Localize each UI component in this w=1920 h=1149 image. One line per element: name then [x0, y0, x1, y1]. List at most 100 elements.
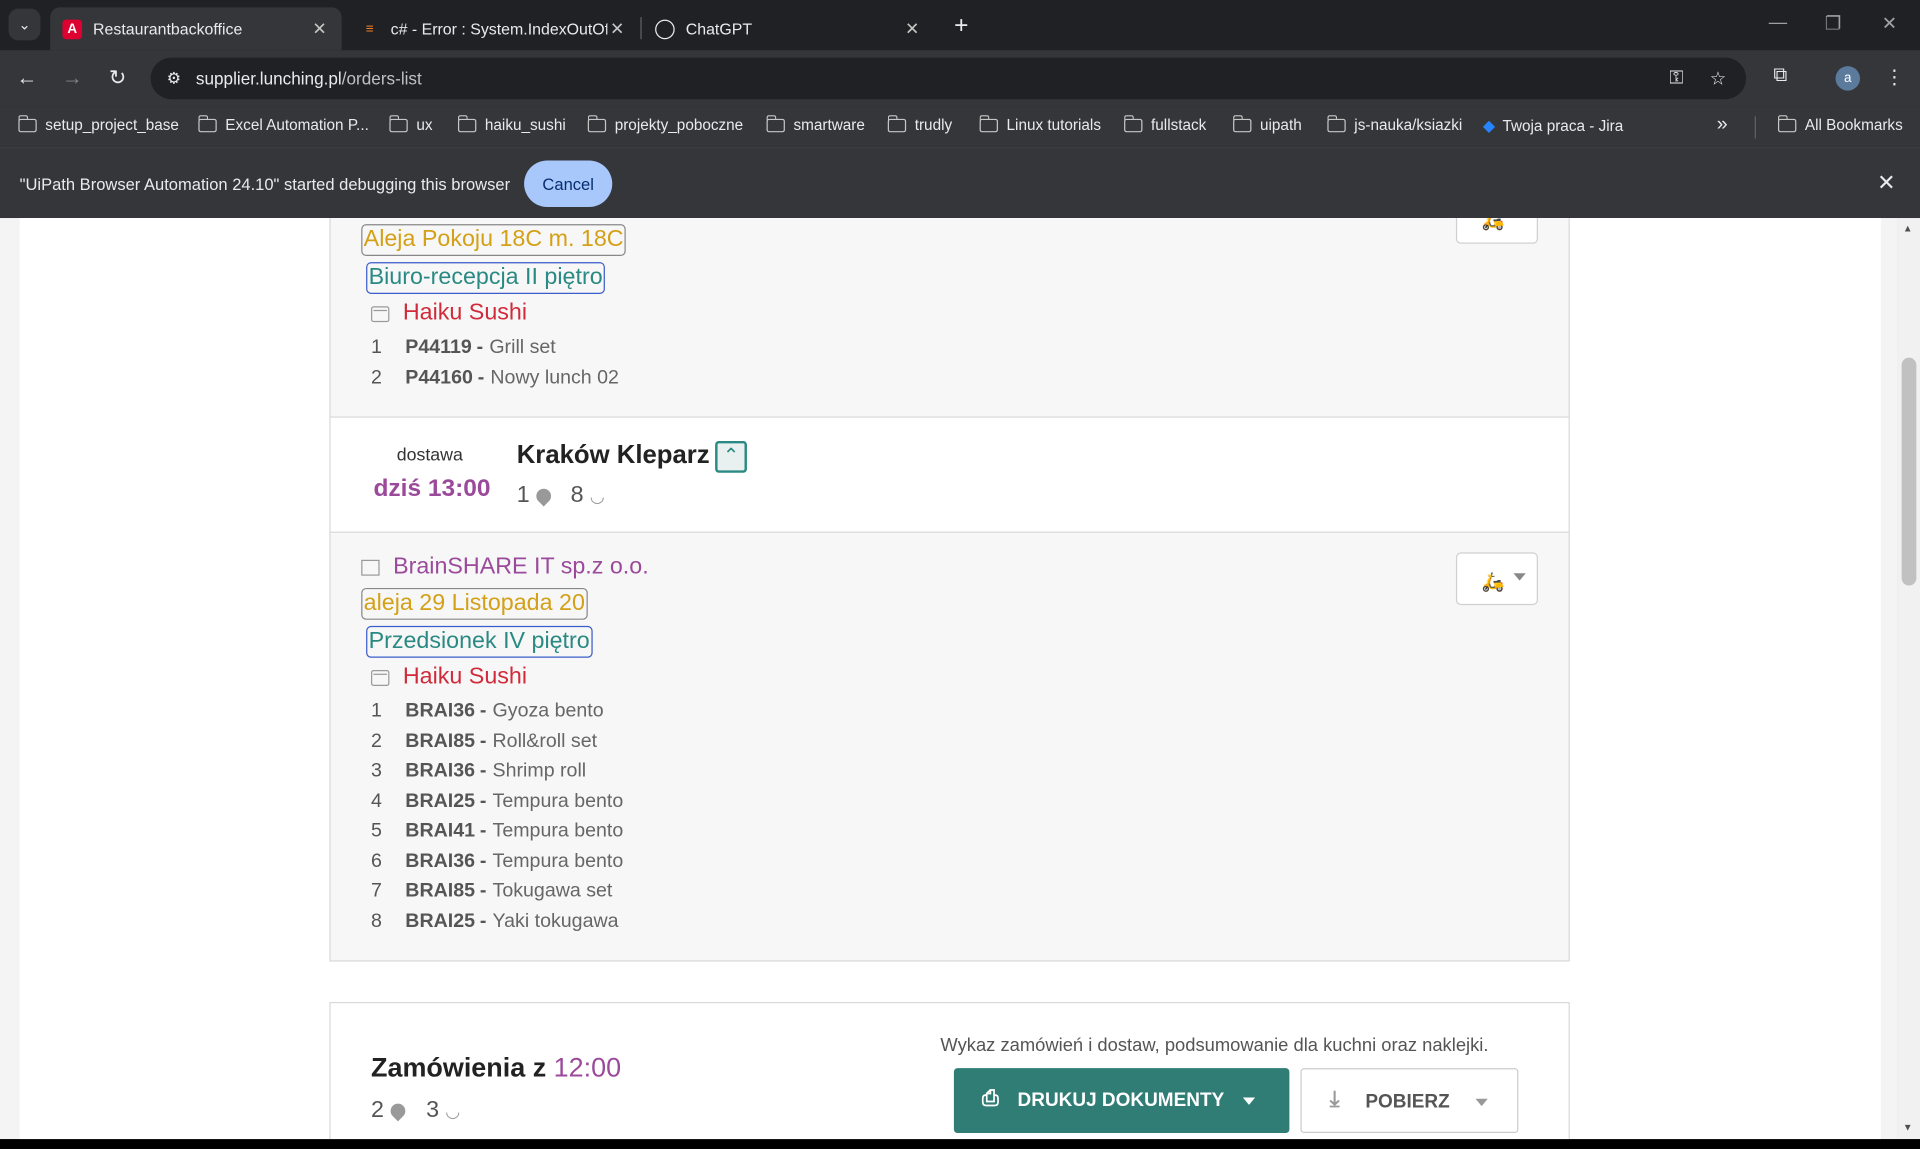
order-item: 8 BRAI25- Yaki tokugawa	[371, 911, 619, 932]
order-item: 3 BRAI36- Shrimp roll	[371, 760, 587, 782]
delivery-status-dropdown[interactable]: 🛵	[1455, 552, 1538, 606]
item-code: BRAI85	[405, 881, 475, 902]
password-key-icon[interactable]: ⚿	[1664, 67, 1688, 88]
reload-icon[interactable]: ↻	[104, 65, 131, 92]
bookmark-folder[interactable]: Excel Automation P...	[197, 114, 369, 134]
bookmark-folder[interactable]: uipath	[1232, 114, 1302, 134]
more-bookmarks-icon[interactable]: »	[1717, 114, 1728, 136]
folder-icon	[978, 114, 998, 132]
folder-icon	[765, 114, 785, 132]
item-name: Tokugawa set	[492, 881, 613, 902]
collapse-chevron-up-icon[interactable]: ⌃	[715, 440, 747, 473]
caret-down-icon	[1513, 573, 1526, 581]
tab-restaurantbackoffice[interactable]: A Restaurantbackoffice ✕	[50, 7, 342, 51]
scooter-icon: 🛵	[1481, 572, 1505, 593]
bookmark-label: setup_project_base	[45, 116, 179, 134]
folder-icon	[1123, 114, 1143, 132]
back-icon[interactable]: ←	[13, 65, 40, 92]
scroll-up-icon[interactable]: ▲	[1903, 223, 1913, 234]
item-number: 5	[371, 820, 382, 842]
bookmark-label: js-nauka/ksiazki	[1354, 116, 1463, 134]
bookmark-folder[interactable]: fullstack	[1123, 114, 1207, 134]
tab-search-icon[interactable]: ⌄	[8, 8, 41, 41]
address-bar[interactable]: ⚙ supplier.lunching.pl/orders-list ⚿ ☆	[150, 57, 1747, 100]
item-code: BRAI36	[405, 700, 475, 722]
bookmark-star-icon[interactable]: ☆	[1706, 67, 1730, 90]
print-documents-button[interactable]: ⎙ DRUKUJ DOKUMENTY	[953, 1068, 1290, 1134]
bookmark-label: Excel Automation P...	[225, 116, 369, 134]
close-infobar-icon[interactable]: ✕	[1877, 170, 1895, 196]
delivery-label: dostawa	[396, 445, 463, 466]
close-tab-icon[interactable]: ✕	[310, 18, 330, 39]
bookmark-folder[interactable]: smartware	[765, 114, 865, 134]
location-pin-icon	[532, 485, 554, 507]
new-tab-icon[interactable]: +	[949, 12, 973, 40]
order-items: 1 BRAI36- Gyoza bento 2 BRAI85- Roll&roll se…	[371, 697, 623, 937]
bookmark-folder[interactable]: haiku_sushi	[457, 114, 566, 134]
stackoverflow-icon: ≡	[365, 21, 374, 37]
folder-icon	[197, 114, 217, 132]
download-label: POBIERZ	[1365, 1091, 1450, 1113]
tab-strip: ⌄ A Restaurantbackoffice ✕ ≡ c# - Error …	[0, 0, 1920, 51]
bookmark-label: All Bookmarks	[1804, 116, 1903, 134]
bookmark-folder[interactable]: Linux tutorials	[978, 114, 1101, 134]
order-item: 6 BRAI36- Tempura bento	[371, 850, 624, 872]
chatgpt-icon	[655, 18, 675, 39]
scroll-down-icon[interactable]: ▼	[1903, 1122, 1913, 1133]
building-icon	[361, 559, 380, 576]
order-item: 7 BRAI85- Tokugawa set	[371, 881, 613, 902]
bookmark-label: trudly	[914, 116, 953, 134]
item-number: 1	[371, 337, 382, 358]
restaurant-name: Haiku Sushi	[402, 663, 528, 690]
bookmark-folder[interactable]: setup_project_base	[17, 114, 179, 134]
scroll-thumb[interactable]	[1901, 357, 1917, 586]
count-value: 8	[570, 482, 584, 509]
bookmark-folder[interactable]: js-nauka/ksiazki	[1326, 114, 1463, 134]
page-content: 🛵 Aleja Pokoju 18C m. 18C Biuro-recepcja…	[0, 218, 1898, 1140]
item-number: 1	[371, 700, 382, 722]
all-bookmarks[interactable]: All Bookmarks	[1777, 114, 1903, 134]
restore-icon[interactable]: ❐	[1821, 12, 1845, 34]
menu-icon[interactable]: ⋮	[1881, 65, 1908, 89]
close-window-icon[interactable]: ✕	[1877, 12, 1901, 34]
cancel-debugging-button[interactable]: Cancel	[524, 160, 613, 208]
folder-icon	[1326, 114, 1346, 132]
tab-chatgpt[interactable]: ChatGPT ✕	[643, 7, 934, 50]
address-tag: Aleja Pokoju 18C m. 18C	[361, 224, 627, 257]
page-scrollbar[interactable]: ▲ ▼	[1897, 218, 1920, 1140]
restaurant-row: Haiku Sushi	[371, 664, 527, 691]
download-button[interactable]: ⤓ POBIERZ	[1300, 1068, 1519, 1134]
browser-toolbar: ← → ↻ ⚙ supplier.lunching.pl/orders-list…	[0, 50, 1920, 107]
bookmark-label: ux	[416, 116, 433, 134]
item-name: Shrimp roll	[492, 760, 587, 782]
bookmark-jira[interactable]: ◆ Twoja praca - Jira	[1483, 116, 1623, 136]
url-text[interactable]: supplier.lunching.pl/orders-list	[196, 69, 422, 89]
item-name: Grill set	[489, 337, 556, 358]
item-number: 6	[371, 850, 382, 872]
bookmark-label: fullstack	[1151, 116, 1207, 134]
count-value: 3	[426, 1097, 440, 1124]
bookmark-folder[interactable]: trudly	[887, 114, 953, 134]
profile-avatar[interactable]: a	[1835, 66, 1861, 91]
extensions-icon[interactable]: ⧉	[1767, 65, 1794, 87]
bookmarks-bar: setup_project_base Excel Automation P...…	[0, 106, 1920, 147]
url-path: /orders-list	[341, 68, 422, 89]
forward-icon[interactable]: →	[59, 65, 86, 92]
meals-count: 8 ◡	[571, 483, 605, 510]
item-code: BRAI41	[405, 820, 475, 842]
close-tab-icon[interactable]: ✕	[607, 18, 627, 39]
delivery-status-dropdown[interactable]: 🛵	[1455, 218, 1538, 244]
tab-stackoverflow[interactable]: ≡ c# - Error : System.IndexOutOfRa ✕	[348, 7, 639, 50]
item-code: P44160	[405, 367, 473, 388]
print-label: DRUKUJ DOKUMENTY	[1017, 1090, 1225, 1111]
scooter-icon: 🛵	[1481, 218, 1505, 232]
meals-count: 3 ◡	[426, 1098, 460, 1125]
site-info-icon[interactable]: ⚙	[163, 67, 185, 89]
bookmark-folder[interactable]: ux	[388, 114, 433, 134]
item-code: BRAI25	[405, 790, 475, 812]
minimize-icon[interactable]: —	[1766, 12, 1790, 33]
orders-heading: Zamówienia z 12:00	[371, 1052, 621, 1084]
close-tab-icon[interactable]: ✕	[902, 18, 922, 39]
bookmark-folder[interactable]: projekty_poboczne	[587, 114, 743, 134]
order-item: 2 P44160- Nowy lunch 02	[371, 367, 619, 388]
